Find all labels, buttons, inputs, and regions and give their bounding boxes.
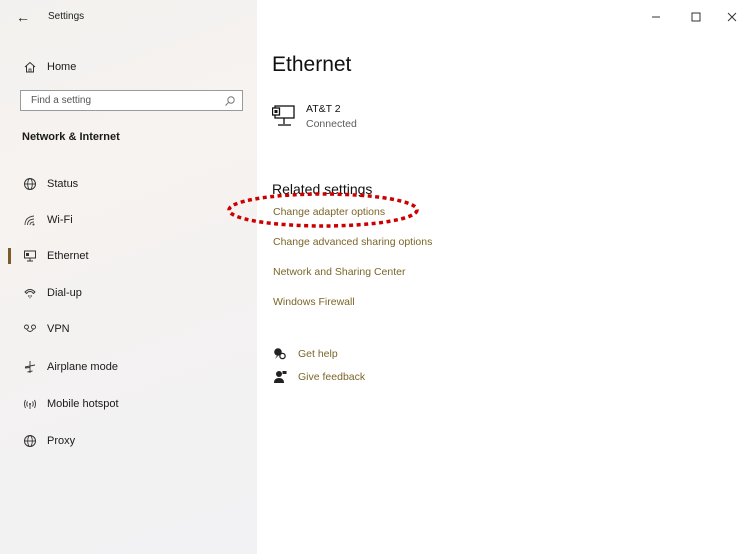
get-help-link[interactable]: Get help: [273, 347, 433, 365]
ethernet-monitor-icon: [271, 105, 296, 127]
back-arrow-icon[interactable]: ←: [14, 9, 32, 25]
search-icon[interactable]: [224, 94, 236, 106]
minimize-icon[interactable]: [648, 10, 664, 24]
network-status: Connected: [306, 118, 357, 130]
sidebar: ← Settings Home Network & Internet Statu…: [0, 0, 257, 554]
sidebar-item-dial-up[interactable]: Dial-up: [0, 280, 257, 306]
sidebar-item-ethernet[interactable]: Ethernet: [0, 243, 257, 269]
sidebar-item-status[interactable]: Status: [0, 171, 257, 197]
change-adapter-options-link[interactable]: Change adapter options: [273, 206, 385, 218]
change-advanced-sharing-options-link[interactable]: Change advanced sharing options: [273, 236, 432, 248]
give-feedback-link[interactable]: Give feedback: [273, 370, 433, 388]
get-help-label: Get help: [298, 348, 338, 360]
proxy-globe-icon: [22, 433, 38, 449]
sidebar-item-label: Proxy: [47, 435, 76, 447]
window-controls: [640, 0, 750, 34]
sidebar-item-label: Home: [47, 61, 77, 73]
vpn-icon: [22, 321, 38, 337]
page-title: Ethernet: [272, 53, 352, 76]
feedback-person-icon: [273, 370, 287, 384]
sidebar-item-proxy[interactable]: Proxy: [0, 428, 257, 454]
ethernet-icon: [22, 248, 38, 264]
home-icon: [22, 59, 38, 75]
wifi-icon: [22, 212, 38, 228]
sidebar-item-label: Wi-Fi: [47, 214, 73, 226]
settings-window: ← Settings Home Network & Internet Statu…: [0, 0, 750, 554]
help-chat-icon: [273, 347, 287, 361]
airplane-icon: [22, 359, 38, 375]
related-settings-heading: Related settings: [272, 181, 373, 197]
close-icon[interactable]: [724, 10, 740, 24]
sidebar-item-vpn[interactable]: VPN: [0, 316, 257, 342]
sidebar-item-label: Status: [47, 178, 79, 190]
search-input[interactable]: [21, 91, 226, 110]
app-title: Settings: [48, 11, 85, 22]
hotspot-icon: [22, 396, 38, 412]
sidebar-item-home[interactable]: Home: [0, 56, 257, 78]
sidebar-item-mobile-hotspot[interactable]: Mobile hotspot: [0, 391, 257, 417]
sidebar-item-wifi[interactable]: Wi-Fi: [0, 207, 257, 233]
titlebar: ← Settings: [0, 0, 257, 34]
dial-up-icon: [22, 285, 38, 301]
search-box[interactable]: [20, 90, 243, 111]
sidebar-item-label: Airplane mode: [47, 361, 118, 373]
give-feedback-label: Give feedback: [298, 371, 366, 383]
section-header: Network & Internet: [22, 131, 120, 143]
network-name: AT&T 2: [306, 103, 341, 115]
sidebar-item-label: Ethernet: [47, 250, 89, 262]
selection-indicator: [8, 248, 11, 264]
maximize-icon[interactable]: [688, 10, 704, 24]
globe-status-icon: [22, 176, 38, 192]
sidebar-item-airplane-mode[interactable]: Airplane mode: [0, 354, 257, 380]
sidebar-item-label: VPN: [47, 323, 70, 335]
sidebar-item-label: Mobile hotspot: [47, 398, 119, 410]
network-connection[interactable]: AT&T 2 Connected: [271, 101, 472, 131]
network-and-sharing-center-link[interactable]: Network and Sharing Center: [273, 266, 406, 278]
sidebar-item-label: Dial-up: [47, 287, 82, 299]
windows-firewall-link[interactable]: Windows Firewall: [273, 296, 355, 308]
